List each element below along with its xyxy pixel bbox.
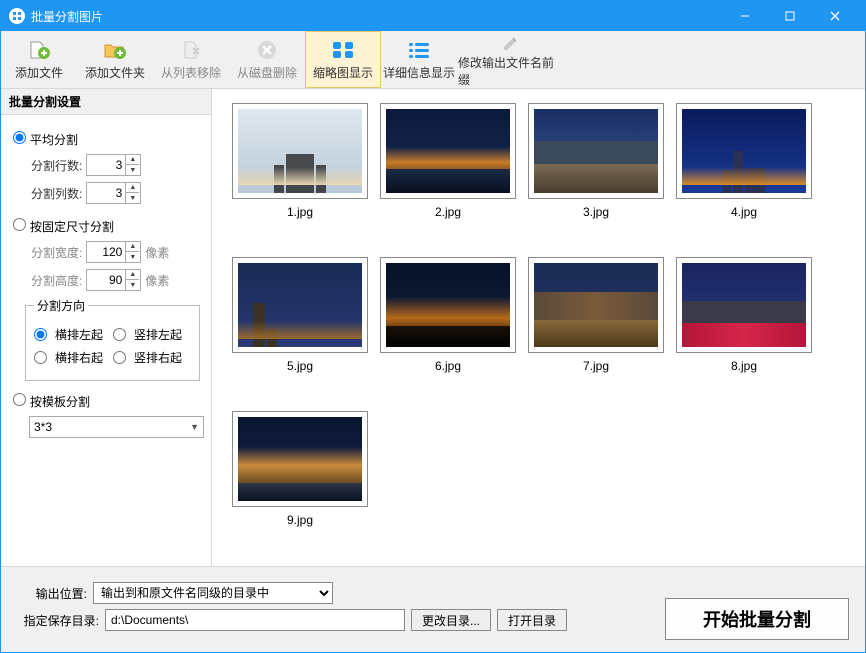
spin-up-icon[interactable]: ▲	[125, 242, 139, 252]
settings-sidebar: 批量分割设置 平均分割 分割行数: ▲▼ 分割列数: ▲▼ 按固定尺寸分割 分割…	[1, 89, 212, 566]
thumbnail-label: 7.jpg	[583, 359, 609, 373]
thumbnail-item[interactable]: 7.jpg	[528, 257, 664, 373]
save-dir-input[interactable]	[105, 609, 405, 631]
chevron-down-icon: ▼	[190, 422, 199, 432]
spin-up-icon[interactable]: ▲	[125, 155, 139, 165]
save-dir-label: 指定保存目录:	[15, 612, 99, 629]
thumbnail-item[interactable]: 5.jpg	[232, 257, 368, 373]
folder-plus-icon	[101, 38, 129, 62]
close-button[interactable]	[812, 1, 857, 31]
thumbnail-label: 1.jpg	[287, 205, 313, 219]
window-title: 批量分割图片	[31, 8, 722, 25]
detail-view-button[interactable]: 详细信息显示	[381, 31, 457, 88]
thumbnail-item[interactable]: 3.jpg	[528, 103, 664, 219]
thumbnail-gallery: 1.jpg 2.jpg 3.jpg 4.jpg 5.jpg	[212, 89, 865, 566]
dir-h-left-radio[interactable]: 横排左起	[34, 326, 103, 343]
thumbnail-label: 3.jpg	[583, 205, 609, 219]
spin-down-icon[interactable]: ▼	[125, 193, 139, 203]
width-input[interactable]: ▲▼	[86, 241, 141, 263]
cols-label: 分割列数:	[31, 185, 82, 202]
remove-list-icon	[177, 38, 205, 62]
thumbnail-item[interactable]: 9.jpg	[232, 411, 368, 527]
spin-down-icon[interactable]: ▼	[125, 252, 139, 262]
thumbnail-label: 8.jpg	[731, 359, 757, 373]
dir-v-left-radio[interactable]: 竖排左起	[113, 326, 182, 343]
thumbnail-item[interactable]: 1.jpg	[232, 103, 368, 219]
thumbnail-item[interactable]: 4.jpg	[676, 103, 812, 219]
open-dir-button[interactable]: 打开目录	[497, 609, 567, 631]
rows-label: 分割行数:	[31, 157, 82, 174]
template-split-radio[interactable]: 按模板分割	[13, 393, 90, 410]
app-icon	[9, 8, 25, 24]
thumbnail-item[interactable]: 8.jpg	[676, 257, 812, 373]
width-label: 分割宽度:	[31, 244, 82, 261]
spin-down-icon[interactable]: ▼	[125, 280, 139, 290]
cols-input[interactable]: ▲▼	[86, 182, 141, 204]
thumbnail-item[interactable]: 2.jpg	[380, 103, 516, 219]
direction-group: 分割方向 横排左起 竖排左起 横排右起 竖排右起	[25, 297, 200, 381]
footer: 输出位置: 输出到和原文件名同级的目录中 指定保存目录: 更改目录... 打开目…	[1, 566, 865, 652]
start-split-button[interactable]: 开始批量分割	[665, 598, 849, 640]
spin-up-icon[interactable]: ▲	[125, 270, 139, 280]
delete-from-disk-button[interactable]: 从磁盘删除	[229, 31, 305, 88]
toolbar: 添加文件 添加文件夹 从列表移除 从磁盘删除 缩略图显示 详细信息显示 修改输出…	[1, 31, 865, 89]
output-location-select[interactable]: 输出到和原文件名同级的目录中	[93, 582, 333, 604]
avg-split-radio[interactable]: 平均分割	[13, 131, 78, 148]
remove-from-list-button[interactable]: 从列表移除	[153, 31, 229, 88]
thumbnail-view-button[interactable]: 缩略图显示	[305, 31, 381, 88]
thumbnail-label: 6.jpg	[435, 359, 461, 373]
height-input[interactable]: ▲▼	[86, 269, 141, 291]
thumbnail-label: 4.jpg	[731, 205, 757, 219]
dir-h-right-radio[interactable]: 横排右起	[34, 349, 103, 366]
delete-disk-icon	[253, 38, 281, 62]
pencil-icon	[497, 32, 525, 52]
section-title: 批量分割设置	[1, 89, 211, 115]
rename-prefix-button[interactable]: 修改输出文件名前缀	[457, 31, 565, 88]
rows-input[interactable]: ▲▼	[86, 154, 141, 176]
minimize-button[interactable]	[722, 1, 767, 31]
thumbnail-item[interactable]: 6.jpg	[380, 257, 516, 373]
titlebar: 批量分割图片	[1, 1, 865, 31]
grid-icon	[329, 38, 357, 62]
maximize-button[interactable]	[767, 1, 812, 31]
thumbnail-label: 2.jpg	[435, 205, 461, 219]
file-plus-icon	[25, 38, 53, 62]
thumbnail-label: 9.jpg	[287, 513, 313, 527]
thumbnail-label: 5.jpg	[287, 359, 313, 373]
add-folder-button[interactable]: 添加文件夹	[77, 31, 153, 88]
spin-up-icon[interactable]: ▲	[125, 183, 139, 193]
spin-down-icon[interactable]: ▼	[125, 165, 139, 175]
change-dir-button[interactable]: 更改目录...	[411, 609, 491, 631]
output-location-label: 输出位置:	[15, 585, 87, 602]
fixed-split-radio[interactable]: 按固定尺寸分割	[13, 218, 114, 235]
height-label: 分割高度:	[31, 272, 82, 289]
list-icon	[405, 38, 433, 62]
template-combo[interactable]: 3*3 ▼	[29, 416, 204, 438]
add-file-button[interactable]: 添加文件	[1, 31, 77, 88]
dir-v-right-radio[interactable]: 竖排右起	[113, 349, 182, 366]
